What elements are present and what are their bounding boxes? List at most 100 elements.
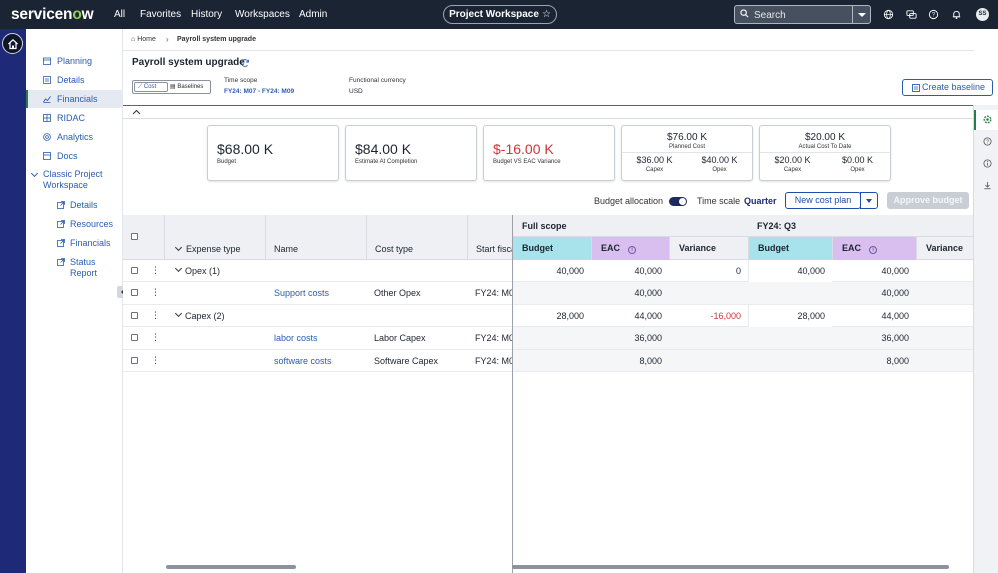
new-cost-plan-button[interactable]: New cost plan	[785, 192, 861, 209]
sidenav-item-planning[interactable]: Planning	[26, 52, 123, 70]
col-q3-budget[interactable]: Budget	[748, 237, 832, 260]
budget-allocation-toggle[interactable]	[669, 197, 687, 206]
chevron-down-icon[interactable]	[174, 264, 183, 273]
download-icon[interactable]	[983, 181, 992, 190]
sidenav-group-classic-project-workspace[interactable]: Classic Project Workspace	[26, 169, 123, 193]
select-all-checkbox[interactable]	[131, 233, 138, 240]
sidenav-item-docs[interactable]: Docs	[26, 147, 123, 165]
search-placeholder: Search	[754, 10, 786, 21]
table-row[interactable]: ⋮ Opex (1)	[123, 260, 512, 282]
more-vertical-icon[interactable]: ⋮	[151, 333, 160, 342]
servicenow-logo[interactable]: servicenow	[11, 6, 94, 24]
home-button[interactable]	[2, 33, 23, 54]
info-icon[interactable]: i	[869, 246, 878, 254]
create-baseline-button[interactable]: Create baseline	[902, 79, 993, 96]
info-icon[interactable]: i	[628, 246, 637, 254]
gear-icon[interactable]	[983, 115, 992, 124]
more-vertical-icon[interactable]: ⋮	[151, 266, 160, 275]
workspace-switcher[interactable]: Project Workspace ☆	[443, 5, 557, 24]
sidenav-item-analytics[interactable]: Analytics	[26, 128, 123, 146]
cost-item-link[interactable]: software costs	[274, 356, 332, 366]
sidenav-item-financials[interactable]: Financials	[26, 90, 123, 108]
period-q3-label: FY24: Q3	[757, 221, 797, 231]
col-header-label: Expense type	[186, 244, 241, 254]
nav-admin[interactable]: Admin	[299, 9, 327, 20]
time-scale-select[interactable]: Quarter	[744, 196, 777, 206]
tab-cost[interactable]: ⟋ Cost	[134, 82, 168, 92]
sidenav-item-details[interactable]: Details	[26, 71, 123, 89]
approve-budget-button[interactable]: Approve budget	[887, 192, 969, 209]
chevron-up-icon[interactable]	[132, 109, 141, 115]
tab-baselines[interactable]: ▤ Baselines	[169, 83, 203, 91]
sidenav-sub-financials[interactable]: Financials	[26, 234, 123, 252]
sidenav-sub-resources[interactable]: Resources	[26, 215, 123, 233]
external-link-icon	[57, 239, 65, 247]
sidenav-item-ridac[interactable]: RIDAC	[26, 109, 123, 127]
row-checkbox[interactable]	[131, 357, 138, 364]
grid-icon	[43, 114, 51, 122]
sidenav-sub-status-report[interactable]: Status Report	[26, 255, 123, 279]
row-checkbox[interactable]	[131, 267, 138, 274]
cell-value: 40,000	[634, 288, 662, 298]
group-label: Opex (1)	[185, 266, 221, 276]
info-icon[interactable]	[983, 159, 992, 168]
kpi-actual-capex-value: $20.00 K	[774, 155, 811, 165]
col-full-variance[interactable]: Variance	[669, 237, 748, 260]
search-icon	[740, 9, 749, 18]
cost-item-link[interactable]: labor costs	[274, 333, 318, 343]
nav-favorites[interactable]: Favorites	[140, 9, 181, 20]
col-header-label: Start fisca	[476, 244, 512, 254]
col-name[interactable]: Name	[265, 215, 366, 260]
nav-workspaces[interactable]: Workspaces	[235, 9, 290, 20]
row-checkbox[interactable]	[131, 312, 138, 319]
table-row[interactable]: ⋮ labor costs Labor Capex FY24: M0	[123, 327, 512, 350]
row-checkbox[interactable]	[131, 289, 138, 296]
help-icon[interactable]: ?	[983, 137, 992, 146]
periods-horizontal-scrollbar[interactable]	[512, 565, 949, 569]
kpi-planned-opex-value: $40.00 K	[701, 155, 738, 165]
table-row[interactable]: ⋮ Support costs Other Opex FY24: M0	[123, 282, 512, 305]
col-full-budget[interactable]: Budget	[513, 237, 591, 260]
star-icon[interactable]: ☆	[542, 9, 551, 20]
table-row: 28,000 44,000 -16,000 28,000 44,000 -16	[513, 305, 973, 327]
new-cost-plan-menu-button[interactable]	[860, 192, 878, 209]
cost-item-link[interactable]: Support costs	[274, 288, 329, 298]
time-scope-label: Time scope	[224, 77, 258, 84]
col-header-label: EAC	[842, 243, 862, 253]
col-expense-type[interactable]: Expense type	[164, 215, 265, 260]
kpi-divider	[622, 152, 752, 153]
col-q3-eac[interactable]: EAC i	[832, 237, 916, 260]
col-header-label: Budget	[758, 243, 789, 253]
chevron-down-icon[interactable]	[174, 309, 183, 318]
more-vertical-icon[interactable]: ⋮	[151, 288, 160, 297]
chat-icon[interactable]	[906, 9, 917, 20]
bell-icon[interactable]	[951, 9, 962, 20]
row-checkbox[interactable]	[131, 334, 138, 341]
more-vertical-icon[interactable]: ⋮	[151, 311, 160, 320]
help-icon[interactable]: ?	[928, 9, 939, 20]
frozen-horizontal-scrollbar[interactable]	[166, 565, 296, 569]
cell-value-negative: -16	[916, 311, 974, 321]
col-full-eac[interactable]: EAC i	[591, 237, 669, 260]
refresh-icon[interactable]	[240, 58, 250, 68]
period-group-header: Full scope FY24: Q3	[513, 215, 973, 237]
sidenav-sub-details[interactable]: Details	[26, 196, 123, 214]
table-row[interactable]: ⋮ software costs Software Capex FY24: M0	[123, 350, 512, 372]
chevron-down-icon[interactable]	[174, 243, 183, 252]
kpi-planned-capex-value: $36.00 K	[636, 155, 673, 165]
table-row[interactable]: ⋮ Capex (2)	[123, 305, 512, 327]
nav-history[interactable]: History	[191, 9, 222, 20]
search-scope-dropdown[interactable]	[852, 6, 870, 23]
col-cost-type[interactable]: Cost type	[366, 215, 467, 260]
more-vertical-icon[interactable]: ⋮	[151, 356, 160, 365]
globe-icon[interactable]	[883, 9, 894, 20]
time-scope-value[interactable]: FY24: M07 - FY24: M09	[224, 88, 294, 95]
breadcrumb-home[interactable]: ⌂ Home	[131, 36, 156, 43]
top-nav: servicenow All Favorites History Workspa…	[0, 0, 998, 29]
user-avatar[interactable]: SS	[976, 8, 989, 21]
nav-all[interactable]: All	[114, 9, 125, 20]
sidenav-label: RIDAC	[57, 113, 86, 123]
col-q3-variance[interactable]: Variance	[916, 237, 973, 260]
global-search[interactable]: Search	[734, 5, 871, 24]
col-start-fiscal[interactable]: Start fisca	[467, 215, 512, 260]
